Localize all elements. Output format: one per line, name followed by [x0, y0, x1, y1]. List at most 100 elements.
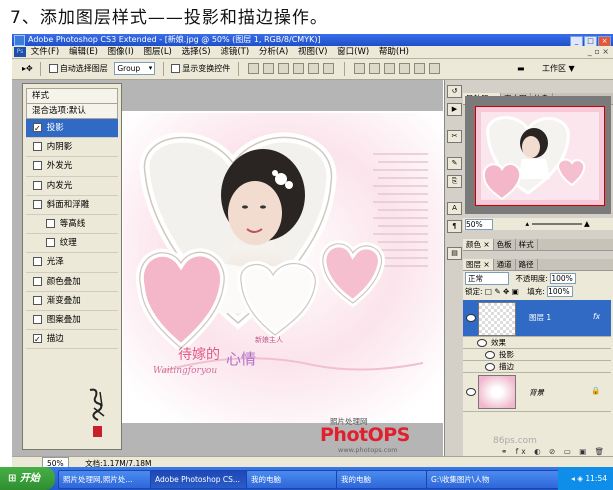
menu-file[interactable]: 文件(F) — [31, 46, 60, 58]
style-item-stroke[interactable]: 描边 — [26, 330, 118, 350]
tab-swatches[interactable]: 色板 — [494, 239, 516, 250]
bevel-emboss-checkbox[interactable] — [33, 199, 42, 209]
align-right-icon[interactable] — [323, 63, 335, 74]
tray-icons[interactable]: ◂ ◈ — [571, 474, 585, 483]
navigator-thumbnail[interactable] — [475, 106, 605, 206]
taskbar-item-folder[interactable]: G:\收集图片\人物 — [426, 470, 560, 489]
bg-visibility-eye-icon[interactable] — [466, 388, 476, 396]
tab-paths[interactable]: 路径 — [516, 259, 538, 270]
color-overlay-checkbox[interactable] — [33, 276, 42, 286]
auto-select-checkbox[interactable] — [48, 64, 58, 73]
fill-input[interactable]: 100% — [547, 286, 574, 297]
clone-source-icon[interactable]: ⎘ — [447, 175, 462, 188]
taskbar-item-browser[interactable]: 照片处理网,照片处... — [58, 470, 152, 489]
effects-row[interactable]: 效果 — [463, 337, 611, 349]
zoom-out-icon[interactable]: ▴ — [525, 219, 529, 228]
distribute-vcenter-icon[interactable] — [369, 63, 381, 74]
window-titlebar[interactable]: Adobe Photoshop CS3 Extended - [新娘.jpg @… — [12, 34, 613, 47]
effect-row-drop-shadow[interactable]: 投影 — [463, 349, 611, 361]
tab-layers[interactable]: 图层 × — [463, 259, 494, 270]
style-item-color-overlay[interactable]: 颜色叠加 — [26, 273, 118, 292]
pattern-overlay-checkbox[interactable] — [33, 314, 42, 324]
distribute-right-icon[interactable] — [429, 63, 441, 74]
show-transform-checkbox[interactable] — [171, 64, 181, 73]
style-item-inner-glow[interactable]: 内发光 — [26, 177, 118, 196]
zoom-slider[interactable] — [531, 223, 582, 225]
align-hcenter-icon[interactable] — [308, 63, 320, 74]
style-item-outer-glow[interactable]: 外发光 — [26, 157, 118, 177]
distribute-bottom-icon[interactable] — [384, 63, 396, 74]
actions-icon[interactable]: ▶ — [447, 103, 462, 116]
bridge-icon[interactable]: ▬ — [517, 59, 525, 79]
blend-mode-select[interactable]: 正常 — [465, 272, 509, 285]
taskbar-item-photoshop[interactable]: Adobe Photoshop CS... — [150, 470, 248, 489]
zoom-in-icon[interactable]: ▲ — [584, 219, 590, 228]
menu-help[interactable]: 帮助(H) — [379, 46, 409, 58]
group-select[interactable]: Group — [114, 62, 156, 75]
style-item-satin[interactable]: 光泽 — [26, 253, 118, 273]
tool-presets-icon[interactable]: ✂ — [447, 130, 462, 143]
inner-shadow-checkbox[interactable] — [33, 142, 42, 152]
align-vcenter-icon[interactable] — [263, 63, 275, 74]
canvas[interactable]: 待嫁的 心情 Waitingforyou 新娘主人 — [123, 113, 443, 423]
distribute-hcenter-icon[interactable] — [414, 63, 426, 74]
tab-channels[interactable]: 通道 — [494, 259, 516, 270]
style-item-inner-shadow[interactable]: 内阴影 — [26, 138, 118, 158]
start-button[interactable]: ⊞ 开始 — [0, 467, 55, 490]
brushes-icon[interactable]: ✎ — [447, 157, 462, 170]
outer-glow-checkbox[interactable] — [33, 161, 42, 171]
menu-edit[interactable]: 编辑(E) — [69, 46, 98, 58]
distribute-left-icon[interactable] — [399, 63, 411, 74]
fx-icon[interactable]: fx — [593, 312, 600, 321]
style-item-contour[interactable]: 等高线 — [26, 215, 118, 235]
drop-shadow-eye-icon[interactable] — [485, 351, 495, 359]
menu-analysis[interactable]: 分析(A) — [259, 46, 288, 58]
satin-checkbox[interactable] — [33, 257, 42, 267]
visibility-eye-icon[interactable] — [466, 314, 476, 322]
layer-row-layer1[interactable]: 图层 1 fx — [463, 300, 611, 337]
layers-bottom-toolbar[interactable]: ⚭ fx ◐ ⊘ ▭ ▣ 🗑 — [501, 447, 607, 456]
style-item-bevel-emboss[interactable]: 斜面和浮雕 — [26, 196, 118, 215]
gradient-overlay-checkbox[interactable] — [33, 295, 42, 305]
layer-comps-icon[interactable]: ▤ — [447, 247, 462, 260]
styles-header[interactable]: 样式 — [26, 88, 118, 104]
menu-window[interactable]: 窗口(W) — [337, 46, 369, 58]
character-icon[interactable]: A — [447, 202, 462, 215]
blending-options[interactable]: 混合选项:默认 — [26, 104, 118, 119]
paragraph-icon[interactable]: ¶ — [447, 220, 462, 233]
lock-icons[interactable]: □ ✎ ✥ ▣ — [485, 287, 519, 296]
navigator-zoom-input[interactable]: 50% — [465, 218, 493, 230]
taskbar-item-mycomputer1[interactable]: 我的电脑 — [246, 470, 338, 489]
stroke-eye-icon[interactable] — [485, 363, 495, 371]
align-left-icon[interactable] — [293, 63, 305, 74]
layer-row-background[interactable]: 背景 🔒 — [463, 373, 611, 412]
tab-styles[interactable]: 样式 — [516, 239, 538, 250]
distribute-top-icon[interactable] — [354, 63, 366, 74]
stroke-checkbox[interactable] — [33, 331, 42, 349]
align-top-icon[interactable] — [248, 63, 260, 74]
drop-shadow-checkbox[interactable] — [33, 120, 42, 138]
opacity-input[interactable]: 100% — [550, 273, 577, 284]
taskbar-item-mycomputer2[interactable]: 我的电脑 — [336, 470, 428, 489]
contour-checkbox[interactable] — [46, 218, 55, 228]
menu-layer[interactable]: 图层(L) — [144, 46, 172, 58]
style-item-gradient-overlay[interactable]: 渐变叠加 — [26, 292, 118, 311]
align-bottom-icon[interactable] — [278, 63, 290, 74]
menu-filter[interactable]: 滤镜(T) — [220, 46, 249, 58]
workspace-menu[interactable]: 工作区 ▼ — [542, 59, 575, 79]
doc-window-controls[interactable]: _ ▫ × — [588, 46, 609, 58]
effects-eye-icon[interactable] — [477, 339, 487, 347]
move-tool-icon[interactable]: ▸✥ — [22, 64, 33, 73]
style-item-drop-shadow[interactable]: 投影 — [26, 119, 118, 139]
effect-row-stroke[interactable]: 描边 — [463, 361, 611, 373]
history-icon[interactable]: ↺ — [447, 85, 462, 98]
style-item-pattern-overlay[interactable]: 图案叠加 — [26, 311, 118, 331]
texture-checkbox[interactable] — [46, 238, 55, 248]
menu-select[interactable]: 选择(S) — [182, 46, 211, 58]
menu-image[interactable]: 图像(I) — [108, 46, 134, 58]
inner-glow-checkbox[interactable] — [33, 180, 42, 190]
menubar: Ps 文件(F) 编辑(E) 图像(I) 图层(L) 选择(S) 滤镜(T) 分… — [12, 46, 613, 59]
menu-view[interactable]: 视图(V) — [298, 46, 327, 58]
tab-color[interactable]: 颜色 × — [463, 239, 494, 250]
style-item-texture[interactable]: 纹理 — [26, 234, 118, 254]
